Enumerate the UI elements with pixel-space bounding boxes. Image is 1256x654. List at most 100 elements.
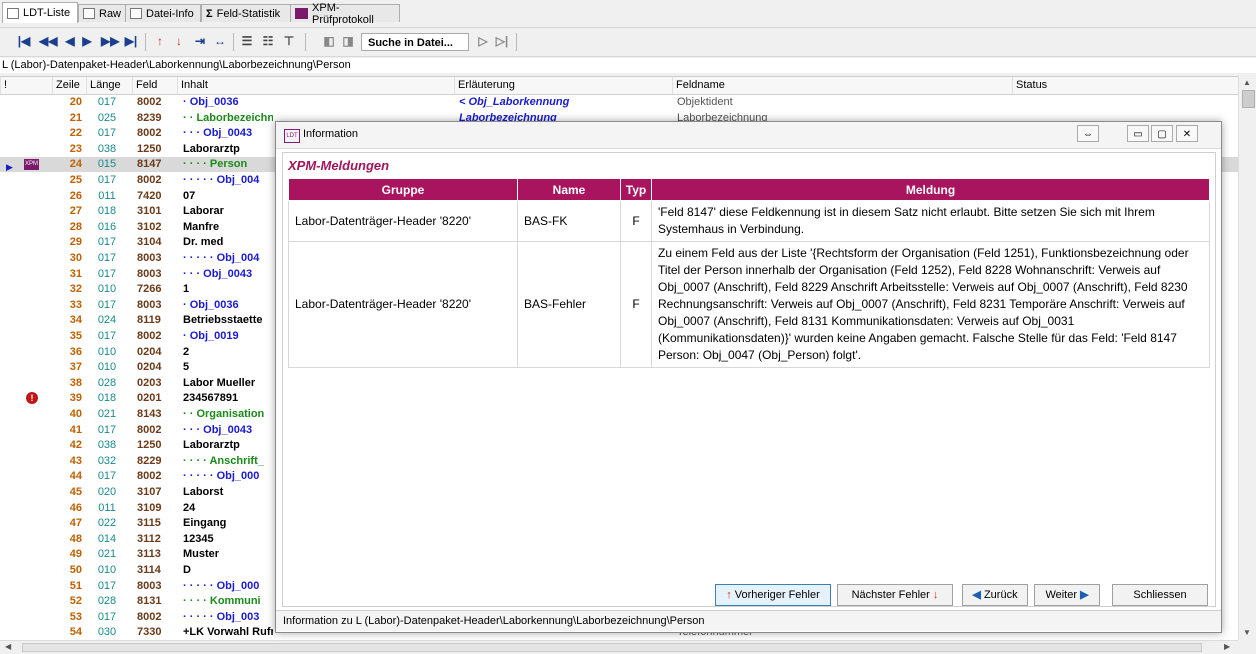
cell-inhalt: · · · · Anschrift_ <box>183 454 264 467</box>
col-header-status[interactable]: Status <box>1012 77 1238 94</box>
last-record-icon[interactable]: ▶| <box>124 34 138 48</box>
table-row[interactable]: Labor-Datenträger-Header '8220' BAS-Fehl… <box>288 241 1210 368</box>
back-button[interactable]: ◀ Zurück <box>962 584 1028 606</box>
filter-icon[interactable]: ⊤ <box>282 34 296 48</box>
cell-zeile: 36 <box>69 345 82 358</box>
search-forward-icon[interactable]: ▷ <box>476 34 490 48</box>
close-icon[interactable]: ✕ <box>1176 125 1198 142</box>
cell-feld: 0204 <box>137 345 162 358</box>
table-row[interactable]: 20 017 8002 · Obj_0036 < Obj_Laborkennung Obj… <box>0 95 1238 110</box>
toolbar-separator <box>233 33 234 51</box>
cell-laenge: 017 <box>97 127 117 140</box>
col-header-zeile[interactable]: Zeile <box>52 77 86 94</box>
cell-feld: 3114 <box>137 564 161 576</box>
cell-zeile: 23 <box>69 142 82 155</box>
tab-datei-info[interactable]: Datei-Info <box>125 4 201 22</box>
col-header-inhalt[interactable]: Inhalt <box>177 77 454 94</box>
cell-feld: 8002 <box>137 330 162 342</box>
first-record-icon[interactable]: |◀ <box>17 34 31 48</box>
tab-label: Feld-Statistik <box>216 7 281 20</box>
tab-label: Datei-Info <box>146 7 194 20</box>
file-info-icon <box>130 8 142 19</box>
cell-zeile: 54 <box>69 626 82 639</box>
tree-view-icon[interactable]: ☷ <box>261 34 275 48</box>
dialog-titlebar[interactable]: LDT Information ⇔ ▭ ▢ ✕ <box>276 122 1221 149</box>
button-label: Vorheriger Fehler <box>734 589 820 601</box>
cell-zeile: 24 <box>69 158 82 171</box>
cell-inhalt: 234567891 <box>183 392 239 405</box>
next-page-icon[interactable]: ▶▶ <box>101 34 119 48</box>
cell-zeile: 35 <box>69 330 82 342</box>
scroll-down-icon[interactable]: ▼ <box>1243 628 1251 637</box>
tab-ldt-liste[interactable]: LDT-Liste <box>2 2 78 23</box>
cell-zeile: 25 <box>69 174 82 186</box>
search-input[interactable]: Suche in Datei... <box>361 33 469 51</box>
col-typ[interactable]: Typ <box>620 178 652 201</box>
col-header-flag[interactable]: ! <box>0 77 52 94</box>
scroll-right-icon[interactable]: ▶ <box>1224 642 1230 651</box>
cell-meldung: Zu einem Feld aus der Liste '{Rechtsform… <box>651 241 1210 368</box>
cell-feld: 0201 <box>137 392 162 405</box>
cell-inhalt: D <box>183 564 191 576</box>
expand-icon[interactable]: ↔ <box>213 34 227 48</box>
arrow-down-icon: ↓ <box>932 589 939 601</box>
error-up-icon[interactable]: ↑ <box>153 34 167 48</box>
previous-error-button[interactable]: ↑ Vorheriger Fehler <box>715 584 831 606</box>
next-error-button[interactable]: Nächster Fehler ↓ <box>837 584 953 606</box>
swap-icon[interactable]: ⇔ <box>1077 125 1099 142</box>
scroll-thumb[interactable] <box>1242 90 1255 108</box>
ldt-logo-icon: LDT <box>284 129 300 143</box>
minimize-icon[interactable]: ▭ <box>1127 125 1149 142</box>
col-name[interactable]: Name <box>517 178 621 201</box>
list-icon <box>7 7 19 19</box>
tab-label: LDT-Liste <box>23 7 71 19</box>
list-view-icon[interactable]: ☰ <box>240 34 254 48</box>
horizontal-scrollbar[interactable]: ◀ ▶ <box>0 640 1238 654</box>
col-gruppe[interactable]: Gruppe <box>288 178 518 201</box>
cell-laenge: 025 <box>97 111 117 124</box>
toolbar-separator <box>305 33 306 51</box>
xpm-icon <box>295 8 309 19</box>
forward-button[interactable]: Weiter ▶ <box>1034 584 1100 606</box>
search-next-icon[interactable]: ▷| <box>495 34 509 48</box>
next-record-icon[interactable]: ▶ <box>80 34 94 48</box>
vertical-scrollbar[interactable]: ▲ ▼ <box>1238 76 1256 640</box>
cell-zeile: 28 <box>69 220 82 233</box>
col-header-erlaeuterung[interactable]: Erläuterung <box>454 77 672 94</box>
cell-zeile: 42 <box>69 439 82 452</box>
error-down-icon[interactable]: ↓ <box>172 34 186 48</box>
goto-icon[interactable]: ⇥ <box>193 34 207 48</box>
prev-record-icon[interactable]: ◀ <box>63 34 77 48</box>
tab-raw[interactable]: Raw <box>78 4 128 22</box>
cell-inhalt: Laborarztp <box>183 439 240 452</box>
scroll-left-icon[interactable]: ◀ <box>5 642 11 651</box>
cell-laenge: 032 <box>97 454 117 467</box>
cell-zeile: 53 <box>69 610 82 623</box>
cell-zeile: 33 <box>69 298 82 311</box>
search-back-icon[interactable]: ◨ <box>341 34 355 48</box>
col-header-feld[interactable]: Feld <box>132 77 177 94</box>
cell-laenge: 017 <box>97 610 117 623</box>
search-prev-icon[interactable]: ◧ <box>322 34 336 48</box>
col-meldung[interactable]: Meldung <box>651 178 1210 201</box>
close-button[interactable]: Schliessen <box>1112 584 1208 606</box>
tab-label: Raw <box>99 7 122 20</box>
cell-feld: 8229 <box>137 454 162 467</box>
cell-laenge: 020 <box>97 486 117 498</box>
col-header-feldname[interactable]: Feldname <box>672 77 1012 94</box>
table-row[interactable]: Labor-Datenträger-Header '8220' BAS-FK F… <box>288 200 1210 242</box>
scroll-up-icon[interactable]: ▲ <box>1243 78 1251 87</box>
prev-page-icon[interactable]: ◀◀ <box>39 34 57 48</box>
cell-inhalt: · · · · · Obj_004 <box>183 252 260 264</box>
scroll-thumb[interactable] <box>22 643 1202 652</box>
cell-feld: 8239 <box>137 111 162 124</box>
cell-laenge: 038 <box>97 439 117 452</box>
col-header-laenge[interactable]: Länge <box>86 77 132 94</box>
tab-feld-statistik[interactable]: Σ Feld-Statistik <box>201 4 291 22</box>
tab-xpm-pruefprotokoll[interactable]: XPM-Prüfprotokoll <box>290 2 400 26</box>
cell-feld: 7330 <box>137 626 162 639</box>
error-icon[interactable]: ! <box>26 392 38 405</box>
cell-laenge: 017 <box>97 579 117 592</box>
cell-zeile: 31 <box>69 267 82 280</box>
maximize-icon[interactable]: ▢ <box>1151 125 1173 142</box>
